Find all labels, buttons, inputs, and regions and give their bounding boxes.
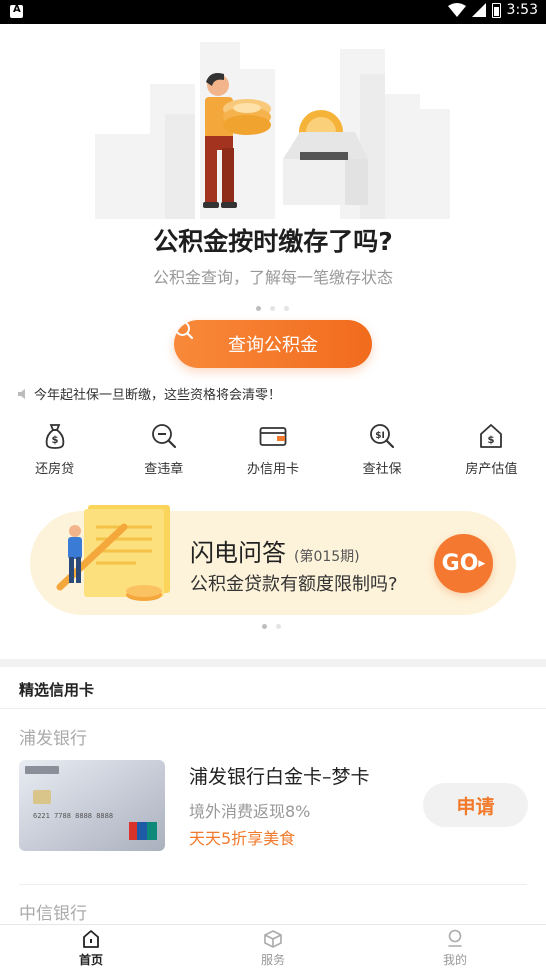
action-label: 查违章 [144,462,184,477]
tab-label: 服务 [260,953,285,967]
card-feature: 境外消费返现8% [189,802,311,821]
search-minus-icon [151,424,176,449]
search-icon [175,321,194,340]
pagination-dot-active [256,306,261,311]
status-time: 3:53 [506,2,538,18]
bank-name: 中信银行 [19,904,87,924]
section-divider [0,659,546,667]
action-label: 查社保 [362,462,402,477]
tab-profile[interactable]: 我的 [364,925,546,971]
wifi-icon [447,3,466,17]
svg-text:$: $ [488,435,495,446]
bottom-tab-bar: 首页 服务 我的 [0,924,546,971]
apply-button[interactable]: 申请 [423,783,528,827]
hero-subtitle: 公积金查询，了解每一笔缴存状态 [152,268,393,287]
svg-text:$: $ [51,435,58,446]
action-label: 还房贷 [35,462,75,477]
status-icons: 3:53 [447,2,538,18]
section-title: 精选信用卡 [19,681,95,699]
hero-illustration [95,42,450,219]
tab-home[interactable]: 首页 [0,925,182,971]
wallet-card-icon [259,427,287,446]
app-screen: 3:53 [0,0,546,971]
banner-illustration [56,505,170,601]
card-name: 浦发银行白金卡–梦卡 [189,766,370,788]
divider [19,884,527,885]
house-dollar-icon: $ [480,424,503,448]
query-fund-label: 查询公积金 [228,335,318,356]
query-fund-button[interactable]: 查询公积金 [174,320,372,368]
banner-pagination [262,624,281,629]
action-check-violations[interactable]: 查违章 [109,422,218,477]
hero-title: 公积金按时缴存了吗? [153,227,393,256]
social-security-search-icon: $I [370,424,395,449]
cube-icon [264,930,282,948]
banner-title: 闪电问答 [190,539,286,567]
notification-app-icon [10,4,23,18]
action-check-social-security[interactable]: $I 查社保 [328,422,437,477]
banner-question: 公积金贷款有额度限制吗? [190,574,398,595]
play-arrow-icon: ▶ [478,559,486,569]
notice-text: 今年起社保一旦断缴，这些资格将会清零！ [34,388,282,403]
notice-bar[interactable]: 今年起社保一旦断缴，这些资格将会清零！ [18,384,281,403]
divider [0,708,546,709]
money-bag-icon: $ [45,424,64,449]
svg-text:$I: $I [375,431,385,441]
go-button[interactable]: GO▶ [434,534,493,593]
pagination-dot-active [262,624,267,629]
tab-services[interactable]: 服务 [182,925,364,971]
signal-icon [471,3,486,17]
action-apply-credit-card[interactable]: 办信用卡 [218,422,327,477]
card-illustration: 6221 7788 8888 8888 [19,760,165,851]
action-property-valuation[interactable]: $ 房产估值 [437,422,546,477]
speaker-icon [18,388,25,399]
credit-card-image[interactable]: 6221 7788 8888 8888 [19,760,165,851]
home-icon [83,930,99,948]
status-bar: 3:53 [0,0,546,24]
card-feature-highlight: 天天5折享美食 [189,829,296,848]
hero-section: 公积金按时缴存了吗? 公积金查询，了解每一笔缴存状态 查询公积金 [0,24,546,384]
banner-issue: (第015期) [294,549,360,565]
action-repay-mortgage[interactable]: $ 还房贷 [0,422,109,477]
bank-name: 浦发银行 [19,729,87,749]
battery-icon [491,2,501,18]
svg-text:6221 7788 8888 8888: 6221 7788 8888 8888 [33,812,113,820]
action-label: 办信用卡 [246,462,299,477]
action-label: 房产估值 [465,462,518,477]
go-label: GO [441,551,479,576]
pagination-dot [276,624,281,629]
banner-title-row: 闪电问答 (第015期) [190,533,360,568]
quick-actions: $ 还房贷 查违章 办信用卡 $I 查社保 $ 房产估值 [0,422,546,477]
tab-label: 首页 [78,953,103,967]
pagination-dot [270,306,275,311]
user-icon [448,929,462,947]
hero-pagination [256,306,289,311]
tab-label: 我的 [442,953,467,967]
pagination-dot [284,306,289,311]
